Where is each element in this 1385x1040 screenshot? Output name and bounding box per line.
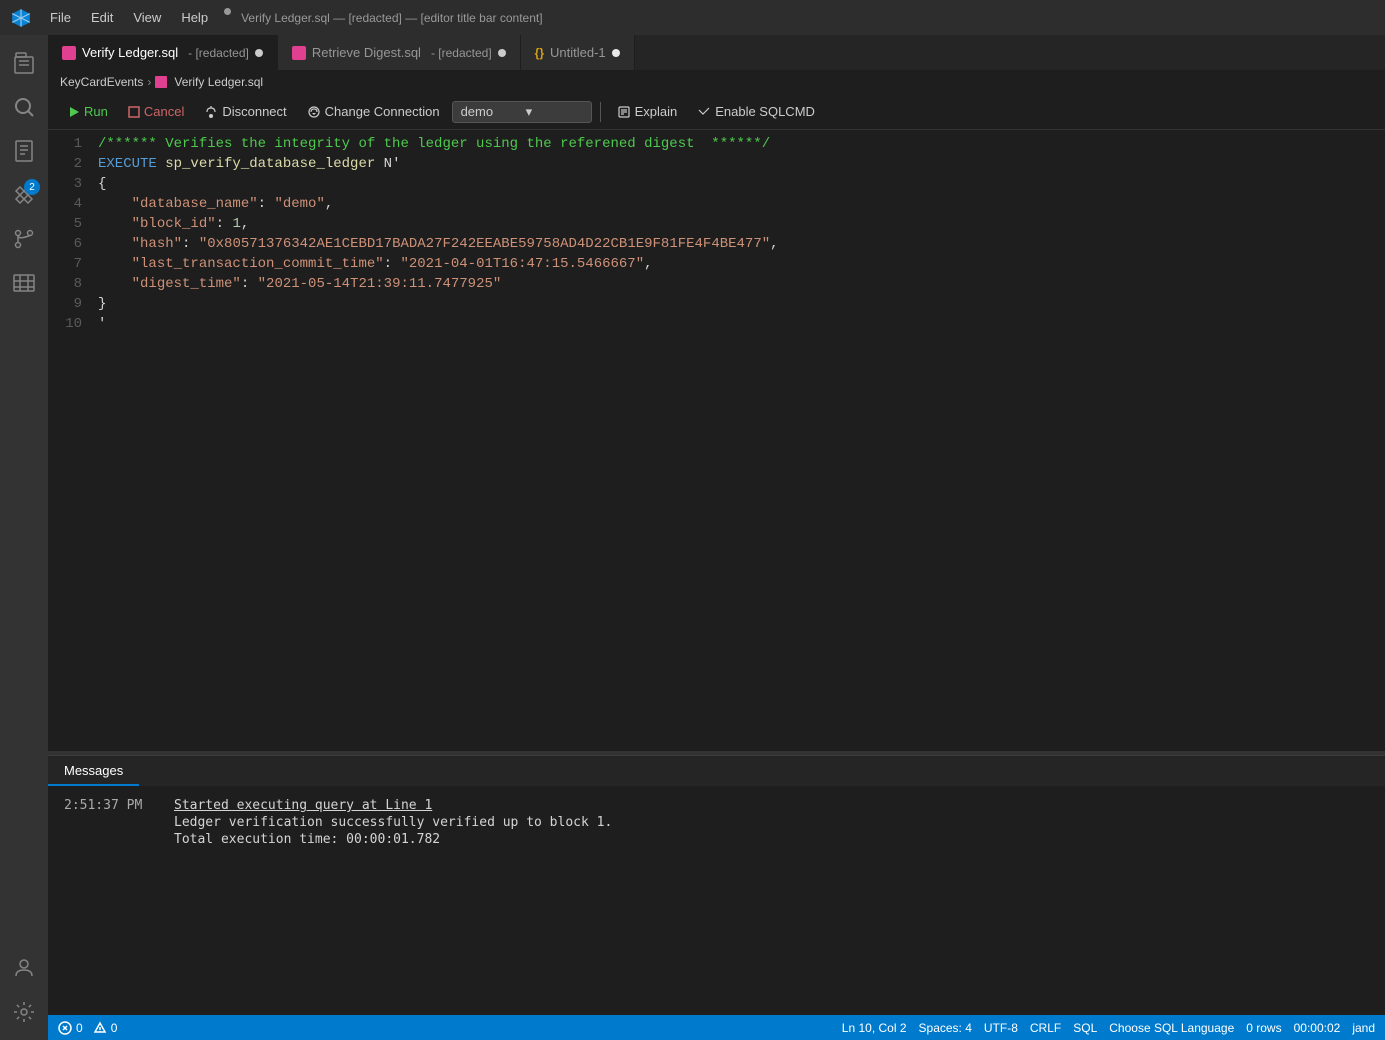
disconnect-button[interactable]: Disconnect [196, 102, 294, 121]
code-line-2: 2 EXECUTE sp_verify_database_ledger N' [48, 154, 1385, 174]
status-time: 00:00:02 [1294, 1021, 1341, 1035]
activity-extensions[interactable]: 2 [4, 175, 44, 215]
breadcrumb-part-1[interactable]: KeyCardEvents [60, 75, 143, 89]
warning-count: 0 [111, 1021, 118, 1035]
tab-dot-3 [612, 49, 620, 57]
status-encoding[interactable]: UTF-8 [984, 1021, 1018, 1035]
menu-bar: File Edit View Help [42, 8, 231, 27]
explain-button[interactable]: Explain [609, 102, 686, 121]
tab-db-icon-2 [292, 46, 306, 60]
code-line-8: 8 "digest_time": "2021-05-14T21:39:11.74… [48, 274, 1385, 294]
status-errors[interactable]: 0 0 [58, 1021, 117, 1035]
tab-json-icon: {} [535, 46, 544, 60]
status-user: jand [1352, 1021, 1375, 1035]
title-bar: File Edit View Help Verify Ledger.sql — … [0, 0, 1385, 35]
message-line-2: Total execution time: 00:00:01.782 [174, 832, 612, 847]
window-title: Verify Ledger.sql — [redacted] — [editor… [241, 11, 1375, 25]
breadcrumb-part-2[interactable]: Verify Ledger.sql [174, 75, 263, 89]
tab-verify-ledger[interactable]: Verify Ledger.sql - [redacted] [48, 35, 278, 70]
message-link-1[interactable]: Started executing query at Line 1 [174, 798, 612, 813]
status-cursor[interactable]: Ln 10, Col 2 [842, 1021, 907, 1035]
activity-table[interactable] [4, 263, 44, 303]
status-line-ending[interactable]: CRLF [1030, 1021, 1061, 1035]
message-time-1: 2:51:37 PM [64, 798, 154, 847]
results-tabs: Messages [48, 756, 1385, 786]
tab-server-2: - [redacted] [431, 46, 492, 60]
activity-settings[interactable] [4, 992, 44, 1032]
explain-label: Explain [635, 104, 678, 119]
extensions-badge: 2 [24, 179, 40, 195]
menu-view[interactable]: View [125, 8, 169, 27]
results-panel: Messages 2:51:37 PM Started executing qu… [48, 755, 1385, 1015]
message-row-1: 2:51:37 PM Started executing query at Li… [48, 794, 1385, 851]
activity-notebook[interactable] [4, 131, 44, 171]
enable-sqlcmd-button[interactable]: Enable SQLCMD [689, 102, 823, 121]
change-connection-button[interactable]: Change Connection [299, 102, 448, 121]
disconnect-label: Disconnect [222, 104, 286, 119]
tab-server-1: - [redacted] [188, 46, 249, 60]
menu-help[interactable]: Help [173, 8, 216, 27]
code-editor[interactable]: 1 /****** Verifies the integrity of the … [48, 130, 1385, 751]
change-connection-label: Change Connection [325, 104, 440, 119]
enable-sqlcmd-label: Enable SQLCMD [715, 104, 815, 119]
code-line-5: 5 "block_id": 1, [48, 214, 1385, 234]
code-line-1: 1 /****** Verifies the integrity of the … [48, 134, 1385, 154]
activity-account[interactable] [4, 948, 44, 988]
activity-bar: 2 [0, 35, 48, 1040]
error-count: 0 [76, 1021, 83, 1035]
status-spaces[interactable]: Spaces: 4 [919, 1021, 972, 1035]
breadcrumb: KeyCardEvents › Verify Ledger.sql [48, 70, 1385, 94]
tab-label-3: Untitled-1 [550, 45, 606, 60]
run-label: Run [84, 104, 108, 119]
status-rows: 0 rows [1246, 1021, 1281, 1035]
code-line-9: 9 } [48, 294, 1385, 314]
tab-dot-1 [255, 49, 263, 57]
tab-retrieve-digest[interactable]: Retrieve Digest.sql - [redacted] [278, 35, 521, 70]
status-choose-language[interactable]: Choose SQL Language [1109, 1021, 1234, 1035]
unsaved-indicator [224, 8, 231, 15]
tab-dot-2 [498, 49, 506, 57]
activity-explorer[interactable] [4, 43, 44, 83]
activity-git[interactable] [4, 219, 44, 259]
code-line-6: 6 "hash": "0x80571376342AE1CEBD17BADA27F… [48, 234, 1385, 254]
tab-bar: Verify Ledger.sql - [redacted] Retrieve … [48, 35, 1385, 70]
activity-search[interactable] [4, 87, 44, 127]
menu-file[interactable]: File [42, 8, 79, 27]
results-tab-messages[interactable]: Messages [48, 756, 139, 786]
breadcrumb-db-icon [155, 76, 167, 88]
tab-label-1: Verify Ledger.sql [82, 45, 178, 60]
app-logo [10, 7, 32, 29]
tab-label-2: Retrieve Digest.sql [312, 45, 421, 60]
tab-untitled[interactable]: {} Untitled-1 [521, 35, 635, 70]
code-line-3: 3 { [48, 174, 1385, 194]
code-line-10: 10 ' [48, 314, 1385, 334]
code-line-7: 7 "last_transaction_commit_time": "2021-… [48, 254, 1385, 274]
toolbar-separator [600, 102, 601, 122]
status-language[interactable]: SQL [1073, 1021, 1097, 1035]
breadcrumb-separator: › [147, 75, 151, 89]
cancel-label: Cancel [144, 104, 184, 119]
message-line-1: Ledger verification successfully verifie… [174, 815, 612, 830]
connection-dropdown[interactable]: demo ▾ [452, 101, 592, 123]
results-content: 2:51:37 PM Started executing query at Li… [48, 786, 1385, 1015]
connection-value: demo [461, 104, 518, 119]
tab-db-icon-1 [62, 46, 76, 60]
dropdown-arrow: ▾ [526, 104, 583, 120]
toolbar: Run Cancel Disconnect [48, 94, 1385, 130]
menu-edit[interactable]: Edit [83, 8, 121, 27]
code-line-4: 4 "database_name": "demo", [48, 194, 1385, 214]
status-bar: 0 0 Ln 10, Col 2 Spaces: 4 UTF-8 CRLF SQ… [48, 1015, 1385, 1040]
cancel-button[interactable]: Cancel [120, 102, 192, 121]
run-button[interactable]: Run [60, 102, 116, 121]
